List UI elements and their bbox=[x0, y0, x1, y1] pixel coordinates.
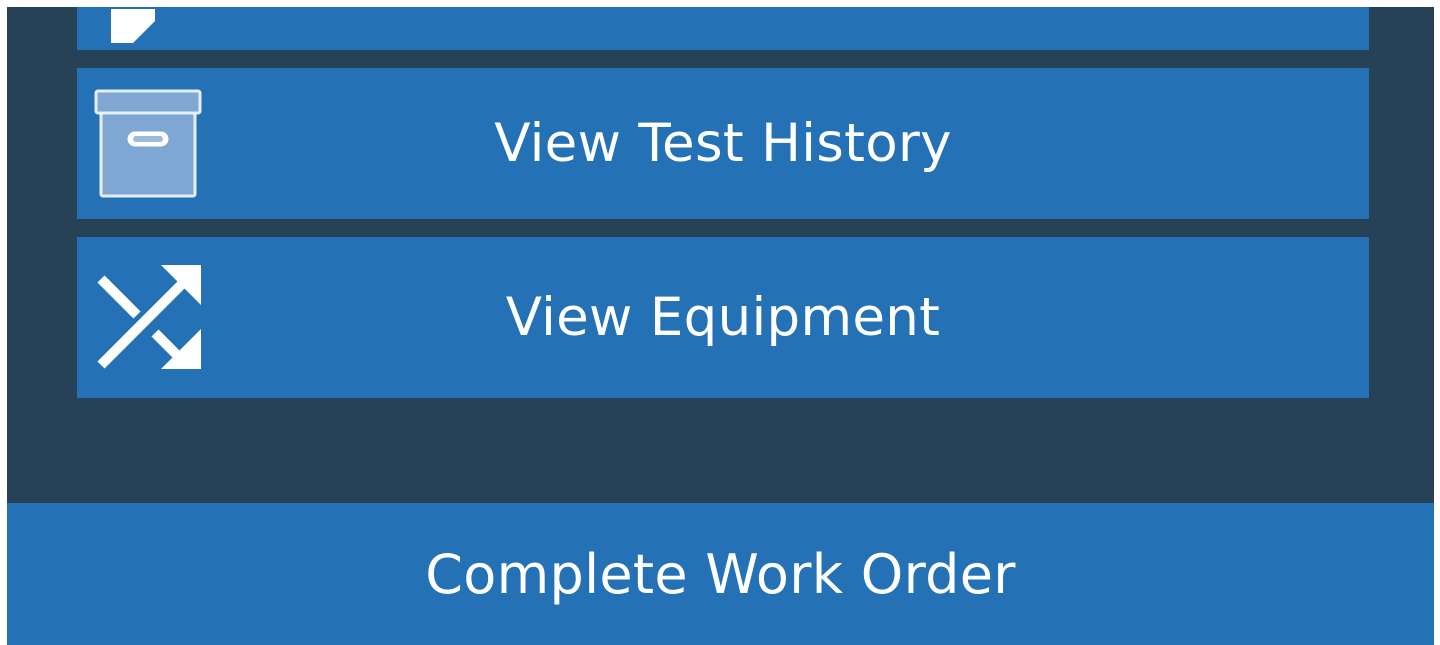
menu-item-label: View Equipment bbox=[505, 287, 941, 348]
menu-item-label bbox=[77, 7, 1369, 50]
complete-work-order-button[interactable]: Complete Work Order bbox=[7, 503, 1434, 645]
app-screen: View Test History View Equipment Complet… bbox=[7, 7, 1434, 645]
view-equipment-button[interactable]: View Equipment bbox=[77, 237, 1369, 398]
view-test-history-button[interactable]: View Test History bbox=[77, 68, 1369, 219]
complete-work-order-label: Complete Work Order bbox=[425, 542, 1016, 606]
menu-item-partial[interactable] bbox=[77, 7, 1369, 50]
menu-item-label: View Test History bbox=[494, 113, 952, 174]
